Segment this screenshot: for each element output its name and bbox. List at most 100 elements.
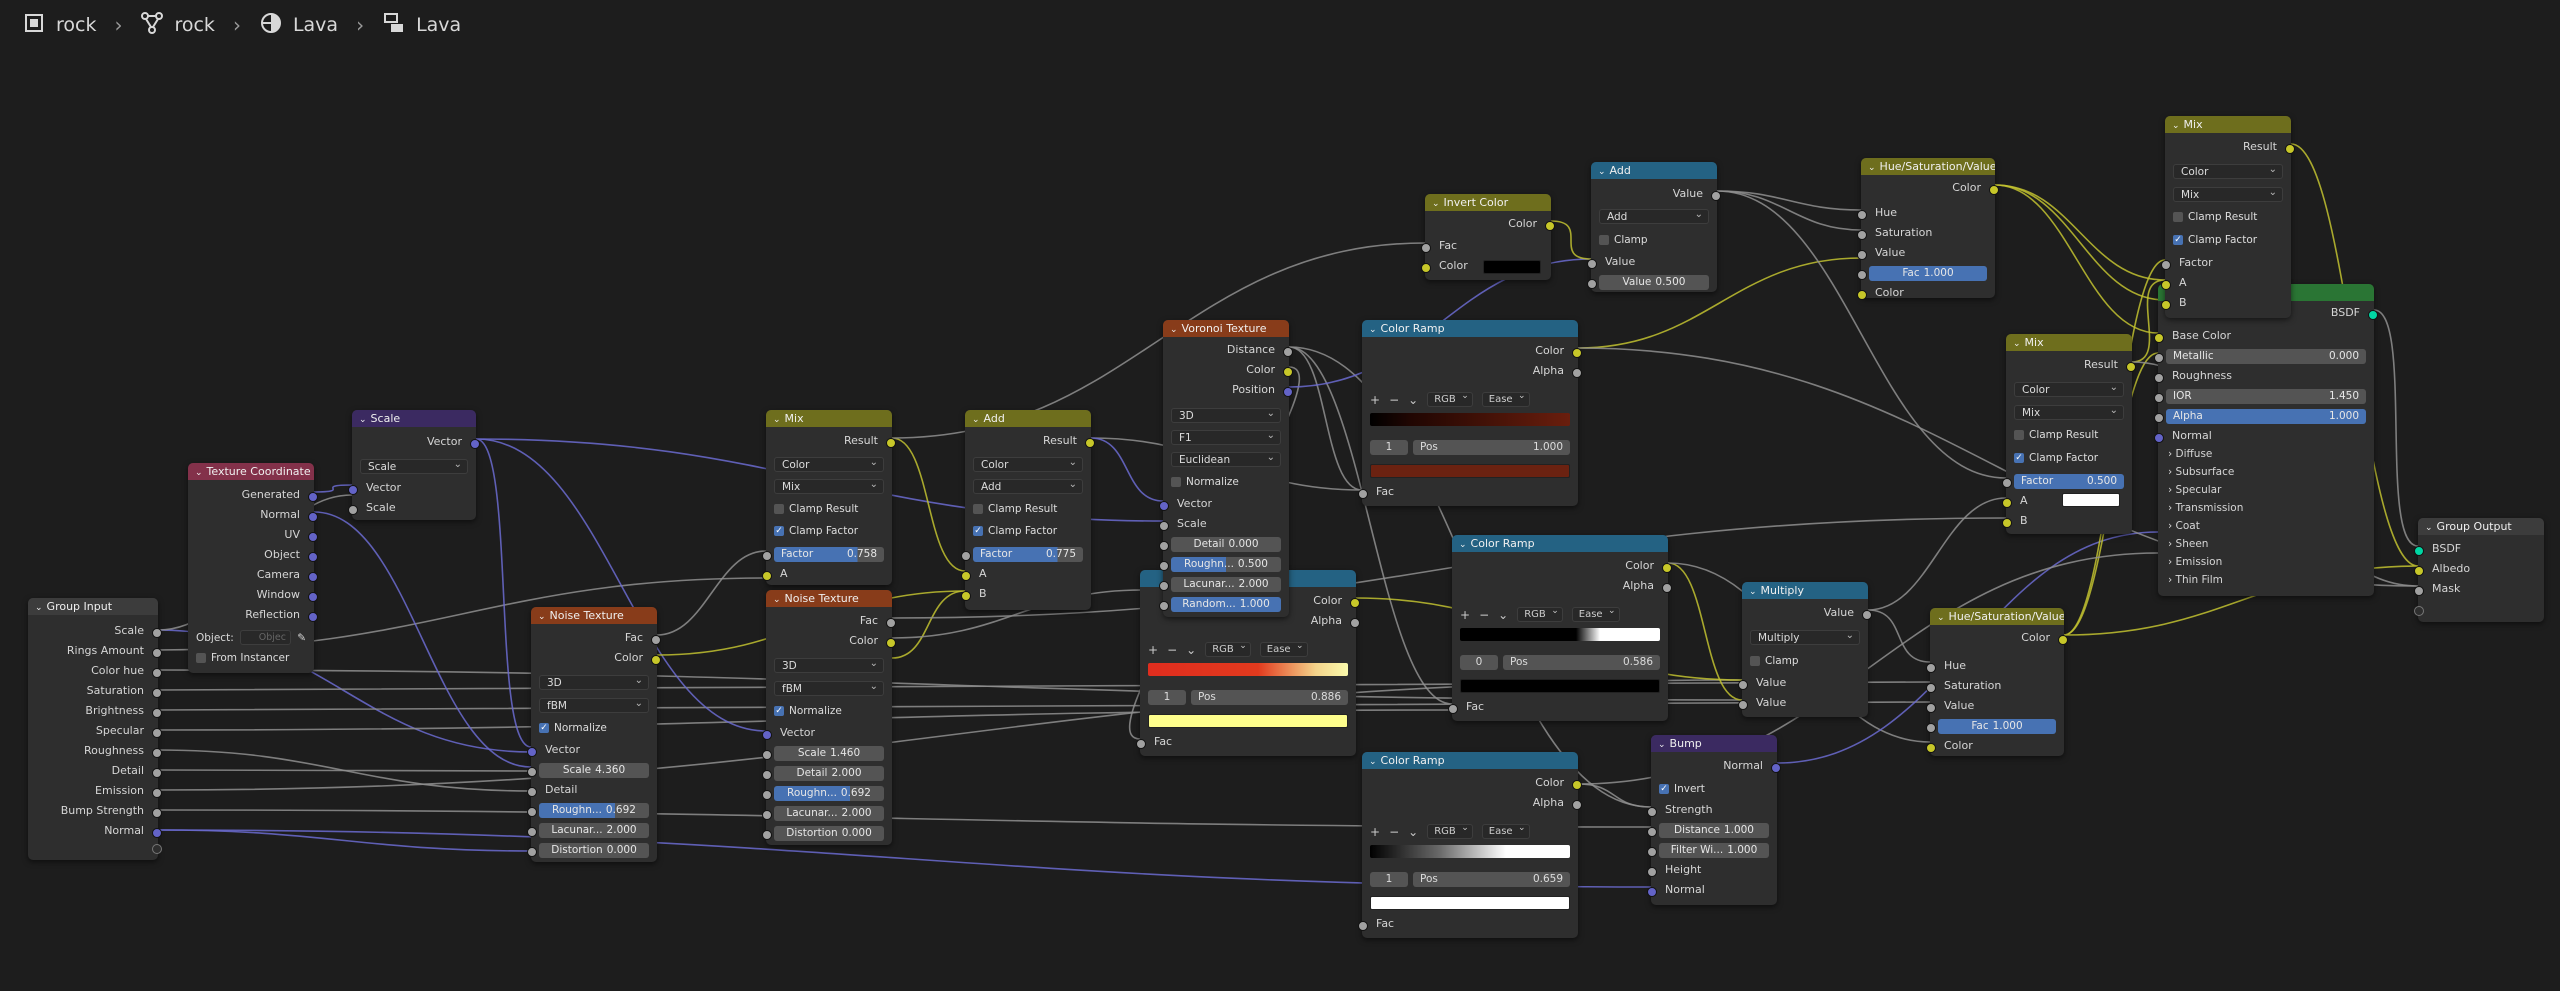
panel-coat[interactable]: › Coat (2168, 520, 2200, 532)
input-socket[interactable] (1647, 867, 1657, 877)
dimensions-dropdown[interactable]: 3D (774, 656, 884, 673)
ior-field[interactable]: IOR 1.450 (2166, 389, 2366, 404)
principled-bsdf-node[interactable]: BSDF Base Color Metallic 0.000 Roughness … (2154, 284, 2378, 596)
node-header[interactable]: ⌄ Noise Texture (531, 607, 657, 624)
breadcrumb-nodegroup[interactable]: rock (140, 11, 215, 40)
interpolation-dropdown[interactable]: Ease (1481, 822, 1530, 839)
input-socket[interactable] (527, 807, 537, 817)
panel-transmission[interactable]: › Transmission (2168, 502, 2243, 514)
output-socket[interactable] (152, 748, 162, 758)
empty-socket[interactable] (2414, 606, 2424, 616)
input-socket[interactable] (2154, 333, 2164, 343)
node-header[interactable]: ⌄ Color Ramp (1452, 535, 1668, 552)
node-header[interactable]: ⌄ Scale (352, 410, 476, 427)
math-multiply-node[interactable]: ⌄Multiply Value Multiply Clamp Value Val… (1738, 582, 1872, 717)
operation-dropdown[interactable]: Scale (360, 457, 468, 474)
node-header[interactable]: ⌄ Bump (1651, 735, 1777, 752)
color-mode-dropdown[interactable]: RGB (1517, 605, 1563, 622)
node-header[interactable]: ⌄ Hue/Saturation/Value (1930, 608, 2064, 625)
ramp-gradient[interactable] (1460, 628, 1660, 641)
output-socket[interactable] (308, 572, 318, 582)
output-socket[interactable] (651, 635, 661, 645)
input-socket[interactable] (1647, 827, 1657, 837)
color-swatch[interactable] (2062, 493, 2120, 507)
output-socket[interactable] (1085, 438, 1095, 448)
panel-emission[interactable]: › Emission (2168, 556, 2222, 568)
chevron-down-icon[interactable]: ⌄ (1186, 643, 1196, 657)
input-socket[interactable] (1647, 887, 1657, 897)
stop-pos-field[interactable]: Pos 0.886 (1191, 690, 1348, 705)
dimensions-dropdown[interactable]: 3D (1171, 406, 1281, 423)
stop-index-field[interactable]: 1 (1370, 872, 1408, 887)
input-socket[interactable] (1857, 230, 1867, 240)
input-socket[interactable] (961, 571, 971, 581)
output-socket[interactable] (152, 828, 162, 838)
clamp-factor-checkbox[interactable]: ✓ Clamp Factor (2014, 452, 2098, 464)
blend-mode-dropdown[interactable]: Add (973, 477, 1083, 494)
noise-texture-node[interactable]: ⌄Noise Texture Fac Color 3D fBM ✓ Normali… (762, 590, 896, 845)
input-socket[interactable] (762, 810, 772, 820)
noise-type-dropdown[interactable]: fBM (774, 679, 884, 696)
data-type-dropdown[interactable]: Color (973, 455, 1083, 472)
output-socket[interactable] (308, 612, 318, 622)
input-socket[interactable] (2154, 393, 2164, 403)
stop-index-field[interactable]: 1 (1370, 440, 1408, 455)
input-socket[interactable] (1738, 700, 1748, 710)
interpolation-dropdown[interactable]: Ease (1259, 640, 1308, 657)
input-socket[interactable] (1159, 541, 1169, 551)
clamp-factor-checkbox[interactable]: ✓ Clamp Factor (2173, 234, 2257, 246)
group-input-node[interactable]: ⌄ Group Input Scale Rings Amount Color hu… (28, 598, 162, 860)
input-socket[interactable] (1587, 279, 1597, 289)
node-header[interactable]: ⌄ Multiply (1742, 582, 1868, 599)
fac-field[interactable]: Fac 1.000 (1938, 719, 2056, 734)
lacunarity-field[interactable]: Lacunar... 2.000 (539, 823, 649, 838)
normalize-checkbox[interactable]: ✓ Normalize (774, 705, 842, 717)
blend-mode-dropdown[interactable]: Mix (2173, 185, 2283, 202)
interpolation-dropdown[interactable]: Ease (1571, 605, 1620, 622)
vector-math-scale-node[interactable]: ⌄Scale Vector Scale Vector Scale (348, 410, 480, 520)
output-socket[interactable] (308, 592, 318, 602)
input-socket[interactable] (2154, 373, 2164, 383)
add-stop-icon[interactable]: + (1460, 608, 1470, 622)
mix-color-node[interactable]: ⌄Mix Result Color Mix Clamp Result ✓Clam… (762, 410, 896, 585)
factor-field[interactable]: Factor 0.758 (774, 547, 884, 562)
color-swatch[interactable] (1483, 260, 1541, 274)
breadcrumb-nodetree[interactable]: Lava (382, 11, 461, 40)
input-socket[interactable] (2154, 433, 2164, 443)
input-socket[interactable] (1926, 723, 1936, 733)
fac-field[interactable]: Fac 1.000 (1869, 266, 1987, 281)
invert-checkbox[interactable]: ✓ Invert (1659, 783, 1705, 795)
output-socket[interactable] (886, 638, 896, 648)
blend-mode-dropdown[interactable]: Mix (2014, 403, 2124, 420)
stop-color-swatch[interactable] (1370, 896, 1570, 910)
output-socket[interactable] (1572, 348, 1582, 358)
chevron-down-icon[interactable]: ⌄ (1498, 608, 1508, 622)
chevron-down-icon[interactable]: ⌄ (1408, 825, 1418, 839)
output-socket[interactable] (308, 532, 318, 542)
node-header[interactable]: ⌄ Color Ramp (1362, 320, 1578, 337)
blend-mode-dropdown[interactable]: Mix (774, 477, 884, 494)
output-socket[interactable] (1350, 618, 1360, 628)
output-socket[interactable] (1283, 387, 1293, 397)
add-stop-icon[interactable]: + (1148, 643, 1158, 657)
input-socket[interactable] (348, 485, 358, 495)
output-socket[interactable] (2368, 310, 2378, 320)
input-socket[interactable] (2154, 353, 2164, 363)
input-socket[interactable] (762, 790, 772, 800)
output-socket[interactable] (1283, 347, 1293, 357)
input-socket[interactable] (527, 847, 537, 857)
invert-color-node[interactable]: ⌄ Invert Color Color Fac Color (1421, 194, 1555, 280)
node-header[interactable]: ⌄ Group Output (2418, 518, 2544, 535)
hue-saturation-value-node[interactable]: ⌄ Hue/Saturation/Value Color Hue Saturati… (1857, 158, 1999, 300)
normalize-checkbox[interactable]: ✓ Normalize (539, 722, 607, 734)
scale-field[interactable]: Scale 1.460 (774, 746, 884, 761)
output-socket[interactable] (1711, 191, 1721, 201)
input-socket[interactable] (1159, 521, 1169, 531)
input-socket[interactable] (2002, 498, 2012, 508)
add-stop-icon[interactable]: + (1370, 825, 1380, 839)
output-socket[interactable] (2126, 362, 2136, 372)
input-socket[interactable] (527, 747, 537, 757)
node-header[interactable]: ⌄ Group Input (28, 598, 158, 615)
output-socket[interactable] (886, 438, 896, 448)
output-socket[interactable] (152, 648, 162, 658)
